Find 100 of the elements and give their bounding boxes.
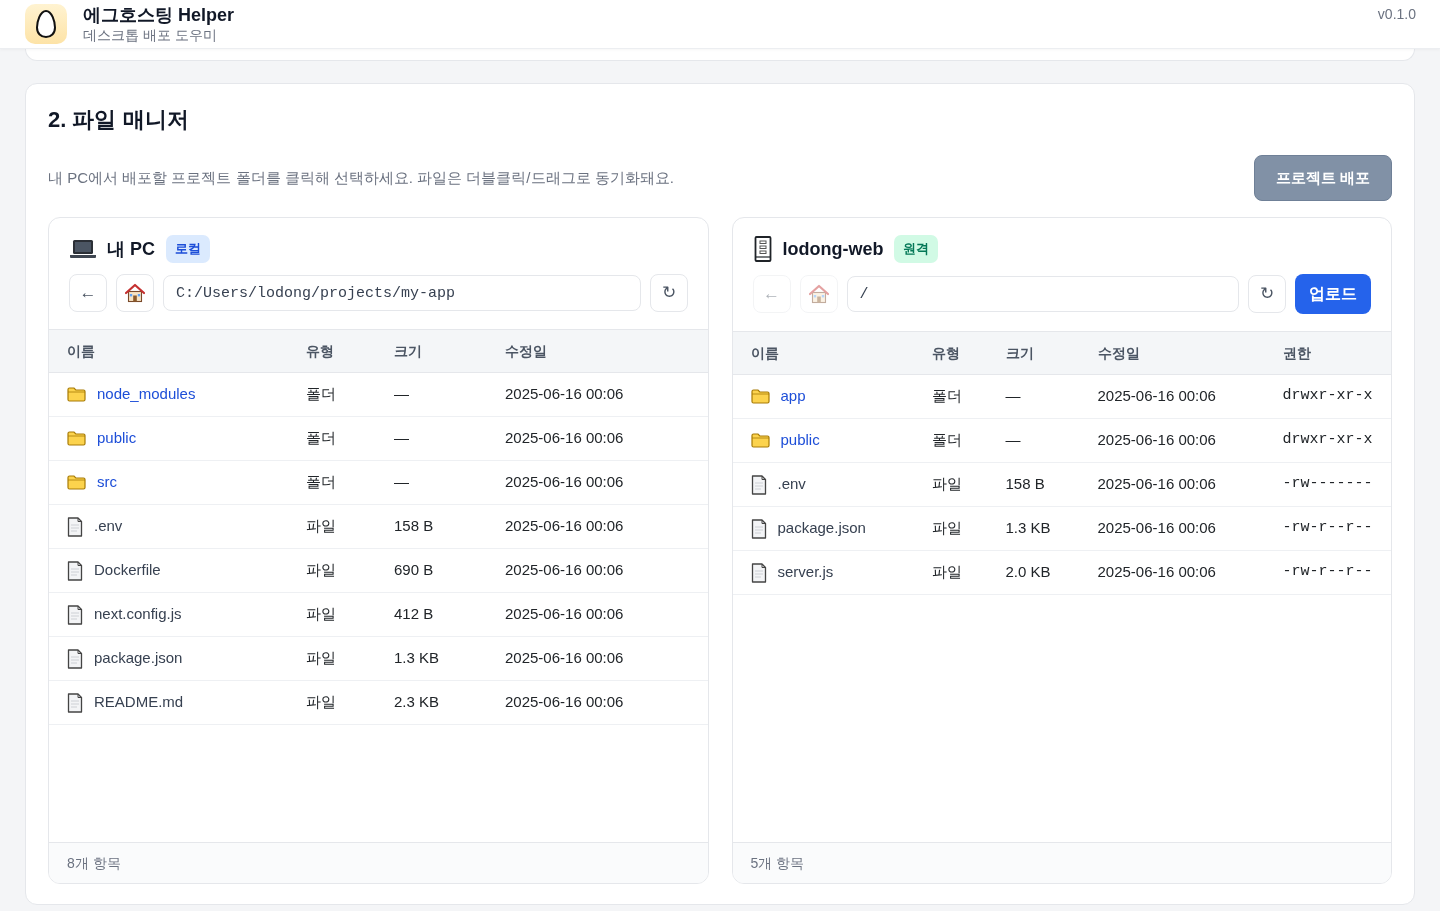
folder-name[interactable]: public — [780, 429, 820, 452]
folder-icon — [67, 475, 86, 490]
refresh-button[interactable]: ↻ — [1248, 275, 1286, 313]
column-header[interactable]: 이름 — [732, 331, 917, 375]
file-name[interactable]: Dockerfile — [94, 559, 161, 582]
table-cell: 2025-06-16 00:06 — [1082, 374, 1268, 419]
file-name[interactable]: server.js — [777, 561, 834, 584]
upload-button[interactable]: 업로드 — [1295, 274, 1371, 314]
app-title: 에그호스팅 Helper — [83, 4, 235, 26]
table-cell: 2025-06-16 00:06 — [1082, 462, 1268, 507]
file-name[interactable]: README.md — [94, 691, 184, 714]
laptop-icon — [70, 239, 96, 259]
file-icon — [67, 648, 83, 669]
table-cell: 파일 — [916, 506, 991, 551]
folder-name[interactable]: app — [780, 385, 806, 408]
section-title: 2. 파일 매니저 — [48, 106, 190, 134]
table-cell: -rw-r--r-- — [1267, 506, 1391, 551]
file-icon — [750, 562, 767, 583]
file-name[interactable]: next.config.js — [94, 603, 182, 626]
item-count: 8개 항목 — [67, 853, 121, 873]
back-button[interactable]: ← — [69, 274, 107, 312]
table-cell: 2025-06-16 00:06 — [490, 372, 708, 417]
file-name[interactable]: .env — [94, 515, 123, 538]
panel-title: lodong-web — [782, 237, 884, 261]
file-icon — [67, 692, 83, 713]
column-header[interactable]: 수정일 — [490, 329, 708, 373]
file-icon — [750, 474, 767, 495]
table-cell: 2025-06-16 00:06 — [1082, 550, 1268, 595]
column-header[interactable]: 이름 — [49, 329, 291, 373]
file-icon — [67, 560, 83, 581]
table-cell: 파일 — [291, 592, 379, 637]
table-cell: 파일 — [291, 504, 379, 549]
folder-icon — [67, 387, 86, 402]
file-icon — [750, 518, 767, 539]
item-count: 5개 항목 — [750, 853, 805, 873]
refresh-button[interactable]: ↻ — [649, 274, 688, 312]
table-cell: 2.0 KB — [990, 550, 1083, 595]
location-tag: 원격 — [894, 235, 939, 263]
panel-title: 내 PC — [107, 237, 155, 261]
table-cell: 폴더 — [291, 460, 379, 505]
table-cell: 폴더 — [291, 372, 379, 417]
table-cell: 1.3 KB — [990, 506, 1083, 551]
location-tag: 로컬 — [166, 235, 210, 263]
folder-name[interactable]: public — [97, 427, 137, 450]
table-cell: -rw------- — [1267, 462, 1391, 507]
table-cell: 폴더 — [916, 374, 991, 419]
table-cell: 파일 — [291, 636, 379, 681]
folder-icon — [67, 431, 86, 446]
table-cell: 2025-06-16 00:06 — [490, 460, 708, 505]
table-cell: — — [990, 418, 1083, 463]
table-cell: 2025-06-16 00:06 — [1082, 418, 1268, 463]
table-cell: drwxr-xr-x — [1267, 418, 1391, 463]
path-field[interactable]: C:/Users/lodong/projects/my-app — [163, 275, 641, 311]
column-header[interactable]: 유형 — [291, 329, 379, 373]
file-name[interactable]: .env — [777, 473, 806, 496]
house-icon — [808, 284, 829, 304]
server-icon — [753, 236, 772, 262]
table-cell: 2025-06-16 00:06 — [490, 548, 708, 593]
file-name[interactable]: package.json — [777, 517, 866, 540]
house-icon — [125, 283, 145, 303]
column-header[interactable]: 크기 — [990, 331, 1083, 375]
table-cell: 2025-06-16 00:06 — [490, 416, 708, 461]
file-icon — [67, 516, 83, 537]
table-cell: — — [379, 460, 490, 505]
table-cell: 2025-06-16 00:06 — [490, 504, 708, 549]
table-cell: 412 B — [379, 592, 490, 637]
column-header[interactable]: 권한 — [1267, 331, 1391, 375]
app-subtitle: 데스크톱 배포 도우미 — [83, 25, 218, 44]
table-cell: 파일 — [291, 548, 379, 593]
table-cell: 2025-06-16 00:06 — [1082, 506, 1268, 551]
column-header[interactable]: 수정일 — [1082, 331, 1268, 375]
table-cell: 2025-06-16 00:06 — [490, 680, 708, 725]
table-cell: drwxr-xr-x — [1267, 374, 1391, 419]
table-cell: 158 B — [990, 462, 1083, 507]
egg-icon — [25, 4, 67, 44]
column-header[interactable]: 유형 — [916, 331, 991, 375]
folder-icon — [750, 433, 770, 448]
section-description: 내 PC에서 배포할 프로젝트 폴더를 클릭해 선택하세요. 파일은 더블클릭/드래그로 동기화돼요. — [48, 167, 674, 188]
version-label: v0.1.0 — [1377, 5, 1416, 24]
folder-name[interactable]: src — [97, 471, 117, 494]
table-cell: 파일 — [916, 550, 991, 595]
table-cell: 2025-06-16 00:06 — [490, 592, 708, 637]
table-cell: 폴더 — [291, 416, 379, 461]
table-cell: 1.3 KB — [379, 636, 490, 681]
folder-name[interactable]: node_modules — [97, 383, 196, 406]
folder-icon — [750, 389, 770, 404]
path-field[interactable]: / — [846, 276, 1239, 312]
table-cell: 158 B — [379, 504, 490, 549]
table-cell: — — [379, 372, 490, 417]
table-cell: 2.3 KB — [379, 680, 490, 725]
home-button[interactable] — [116, 274, 154, 312]
table-cell: 파일 — [916, 462, 991, 507]
table-cell: -rw-r--r-- — [1267, 550, 1391, 595]
file-name[interactable]: package.json — [94, 647, 183, 670]
table-cell: 690 B — [379, 548, 490, 593]
file-icon — [67, 604, 83, 625]
table-cell: 폴더 — [916, 418, 991, 463]
table-cell: 파일 — [291, 680, 379, 725]
table-cell: 2025-06-16 00:06 — [490, 636, 708, 681]
column-header[interactable]: 크기 — [379, 329, 490, 373]
